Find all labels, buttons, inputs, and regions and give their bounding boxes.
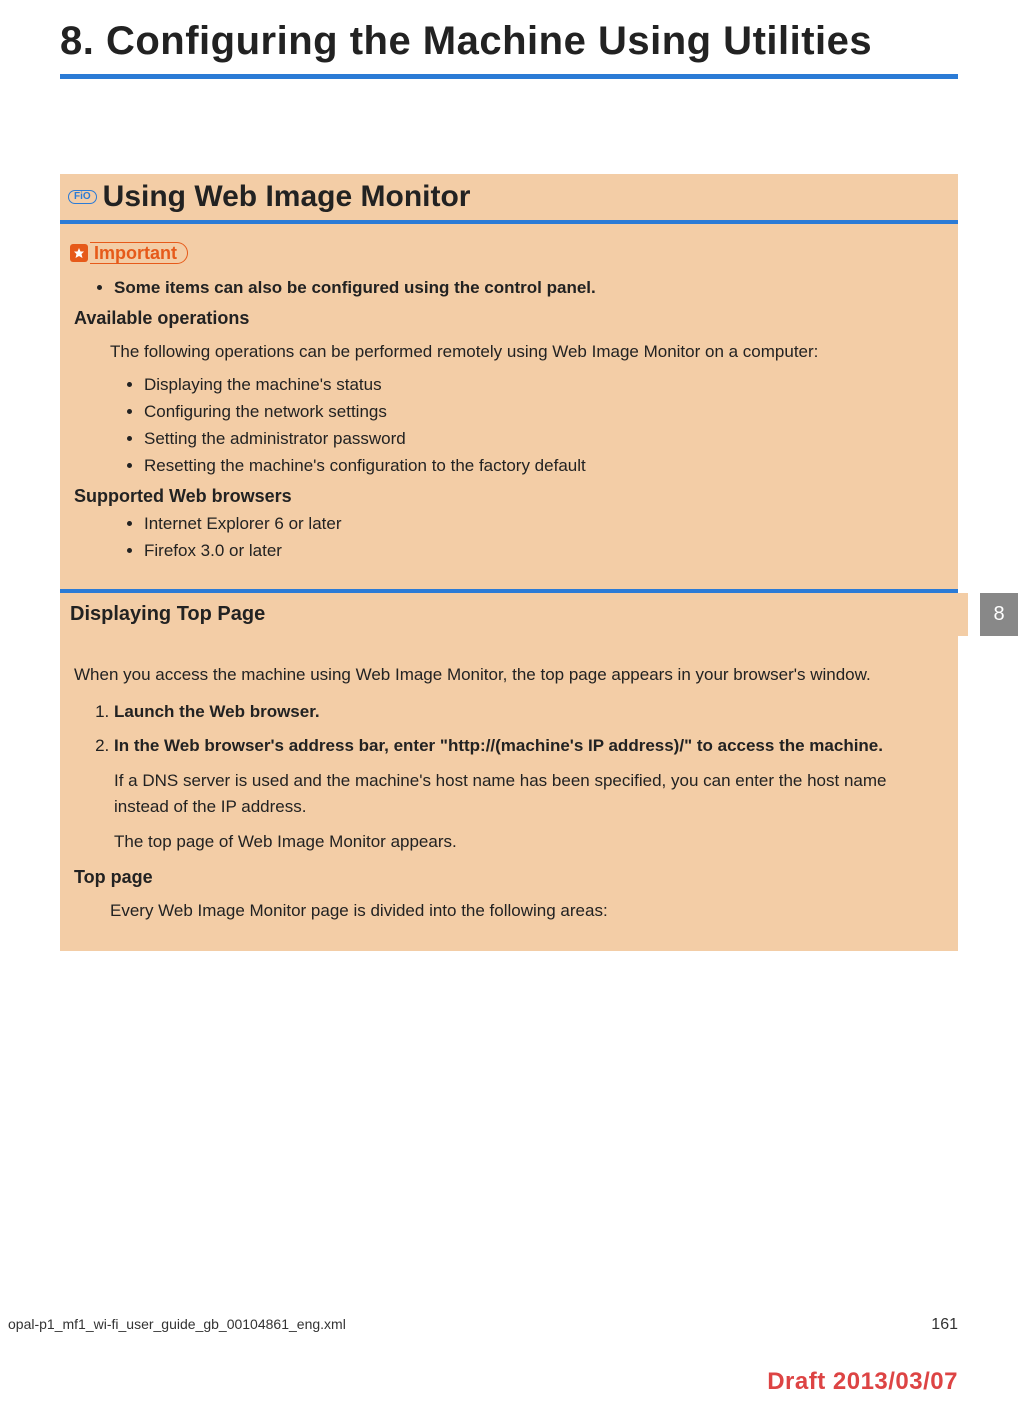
list-item: Configuring the network settings <box>144 402 944 422</box>
browsers-heading: Supported Web browsers <box>74 486 944 507</box>
important-item: Some items can also be configured using … <box>114 278 944 298</box>
list-item: Firefox 3.0 or later <box>144 541 944 561</box>
subsection-heading-row: Displaying Top Page 8 <box>60 593 958 636</box>
subsection-intro: When you access the machine using Web Im… <box>74 662 944 688</box>
chapter-title: 8. Configuring the Machine Using Utiliti… <box>60 0 958 64</box>
star-icon <box>70 244 88 262</box>
chapter-side-tab: 8 <box>980 593 1018 636</box>
draft-stamp: Draft 2013/03/07 <box>767 1368 958 1396</box>
step-title: Launch the Web browser. <box>114 702 320 721</box>
list-item: Setting the administrator password <box>144 429 944 449</box>
subsection-heading-cell: Displaying Top Page <box>60 593 968 636</box>
important-label: Important <box>90 242 188 264</box>
step-item: In the Web browser's address bar, enter … <box>114 733 944 855</box>
section-heading: Using Web Image Monitor <box>103 180 471 214</box>
step-body: The top page of Web Image Monitor appear… <box>114 829 944 855</box>
important-callout: Important <box>60 224 958 264</box>
list-item: Displaying the machine's status <box>144 375 944 395</box>
section-heading-row: FiO Using Web Image Monitor <box>60 174 958 224</box>
chapter-rule <box>60 74 958 79</box>
step-title: In the Web browser's address bar, enter … <box>114 736 883 755</box>
browsers-list: Internet Explorer 6 or later Firefox 3.0… <box>74 514 944 561</box>
step-body: If a DNS server is used and the machine'… <box>114 768 944 819</box>
available-ops-list: Displaying the machine's status Configur… <box>74 375 944 476</box>
footer-page-number: 161 <box>931 1316 958 1334</box>
list-item: Resetting the machine's configuration to… <box>144 456 944 476</box>
document-page: 8. Configuring the Machine Using Utiliti… <box>0 0 1018 1420</box>
available-ops-heading: Available operations <box>74 308 944 329</box>
step-item: Launch the Web browser. <box>114 699 944 725</box>
available-ops-intro: The following operations can be performe… <box>110 339 944 365</box>
footer-filename: opal-p1_mf1_wi-fi_user_guide_gb_00104861… <box>8 1316 346 1334</box>
main-content-block: FiO Using Web Image Monitor Important So… <box>60 174 958 951</box>
list-item: Internet Explorer 6 or later <box>144 514 944 534</box>
top-page-text: Every Web Image Monitor page is divided … <box>110 898 944 924</box>
important-list: Some items can also be configured using … <box>74 278 944 298</box>
fio-badge-icon: FiO <box>68 190 97 204</box>
subsection-heading: Displaying Top Page <box>70 603 265 625</box>
subsection-body: When you access the machine using Web Im… <box>60 636 958 924</box>
steps-list: Launch the Web browser. In the Web brows… <box>74 699 944 855</box>
important-body: Some items can also be configured using … <box>60 278 958 561</box>
top-page-heading: Top page <box>74 867 944 888</box>
page-footer: opal-p1_mf1_wi-fi_user_guide_gb_00104861… <box>0 1316 1018 1334</box>
